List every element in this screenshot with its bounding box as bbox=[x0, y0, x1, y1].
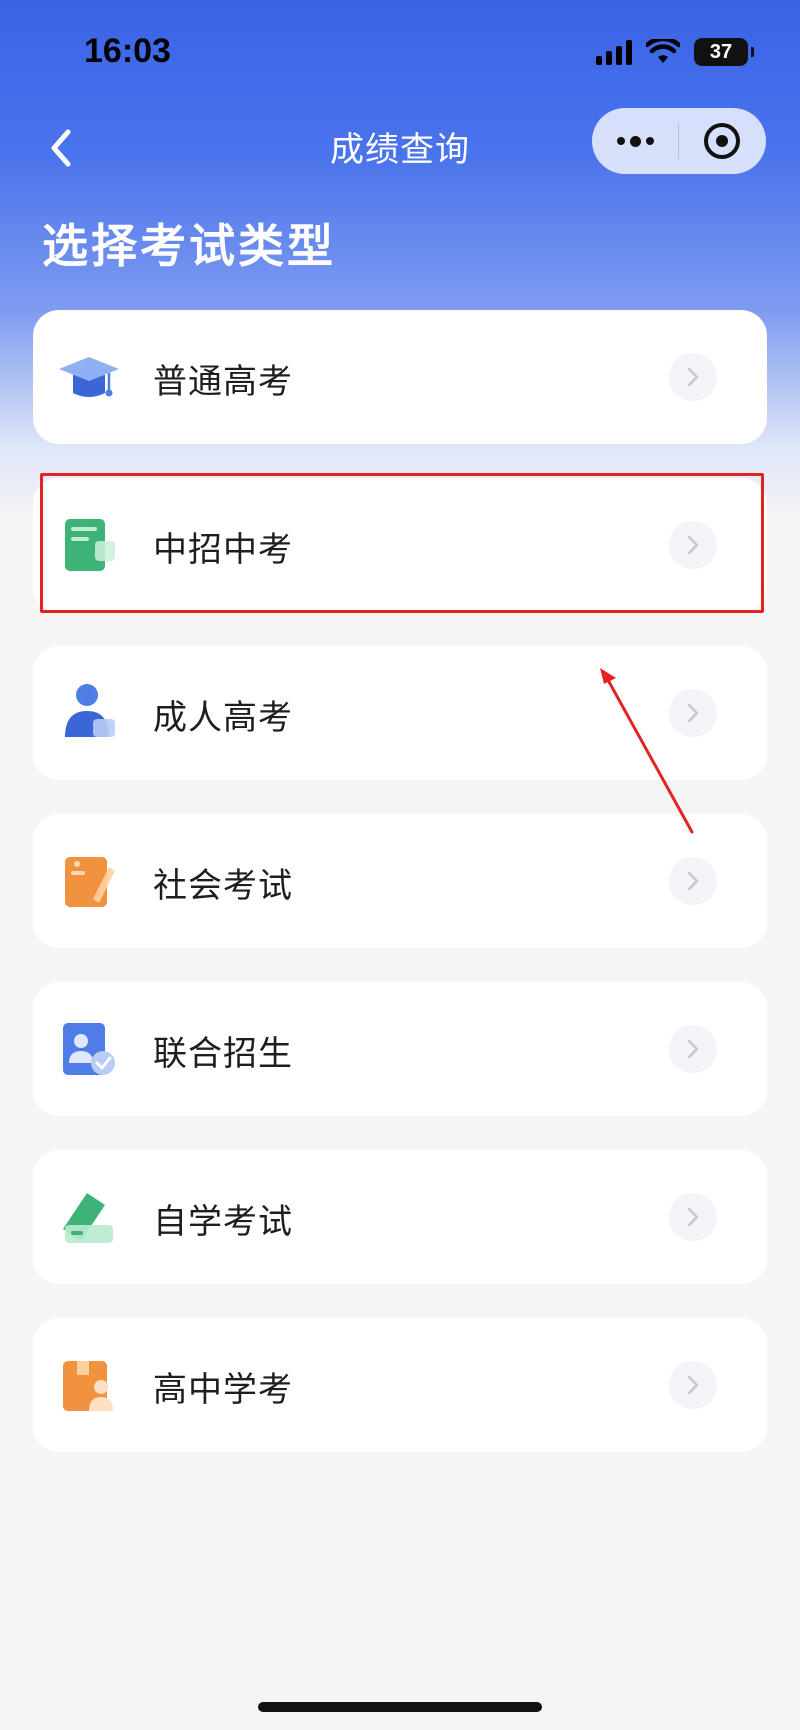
exam-type-label: 自学考试 bbox=[153, 1202, 293, 1242]
orange-box-person-icon bbox=[57, 1353, 121, 1417]
status-bar: 16:03 37 bbox=[0, 0, 800, 100]
orange-pen-document-icon bbox=[57, 849, 121, 913]
green-ticket-icon bbox=[57, 1185, 121, 1249]
status-time: 16:03 bbox=[84, 32, 171, 70]
user-card-check-icon bbox=[57, 1017, 121, 1081]
exam-type-item[interactable]: 联合招生 bbox=[33, 982, 767, 1116]
green-book-icon bbox=[57, 513, 121, 577]
chevron-right-icon bbox=[669, 689, 717, 737]
exam-type-label: 普通高考 bbox=[153, 362, 293, 402]
exam-type-item[interactable]: 普通高考 bbox=[33, 310, 767, 444]
adult-person-icon bbox=[57, 681, 121, 745]
exam-type-label: 高中学考 bbox=[153, 1370, 293, 1410]
chevron-right-icon bbox=[669, 1193, 717, 1241]
chevron-right-icon bbox=[669, 857, 717, 905]
cellular-signal-icon bbox=[596, 39, 632, 65]
home-indicator bbox=[258, 1702, 542, 1712]
close-mini-program-button[interactable] bbox=[679, 108, 765, 174]
exam-type-label: 成人高考 bbox=[153, 698, 293, 738]
exam-type-label: 联合招生 bbox=[153, 1034, 293, 1074]
exam-type-item[interactable]: 高中学考 bbox=[33, 1318, 767, 1452]
status-icons: 37 bbox=[596, 38, 754, 66]
chevron-right-icon bbox=[669, 521, 717, 569]
chevron-right-icon bbox=[669, 1025, 717, 1073]
exam-type-list: 普通高考 中招中考 成人高考 社会考试 联合招生 自学考试 高中学考 bbox=[33, 310, 767, 1486]
chevron-right-icon bbox=[669, 353, 717, 401]
exam-type-item[interactable]: 中招中考 bbox=[33, 478, 767, 612]
nav-bar: 成绩查询 bbox=[0, 100, 800, 190]
page-title: 选择考试类型 bbox=[42, 219, 336, 273]
battery-indicator: 37 bbox=[694, 38, 754, 66]
chevron-right-icon bbox=[669, 1361, 717, 1409]
exam-type-item[interactable]: 自学考试 bbox=[33, 1150, 767, 1284]
more-dots-icon bbox=[616, 135, 654, 147]
exam-type-item[interactable]: 成人高考 bbox=[33, 646, 767, 780]
exam-type-label: 社会考试 bbox=[153, 866, 293, 906]
wifi-icon bbox=[646, 39, 680, 63]
more-button[interactable] bbox=[592, 108, 678, 174]
target-icon bbox=[704, 123, 740, 159]
exam-type-label: 中招中考 bbox=[153, 530, 293, 570]
mini-program-capsule bbox=[592, 108, 766, 174]
exam-type-item[interactable]: 社会考试 bbox=[33, 814, 767, 948]
graduation-cap-icon bbox=[57, 345, 121, 409]
